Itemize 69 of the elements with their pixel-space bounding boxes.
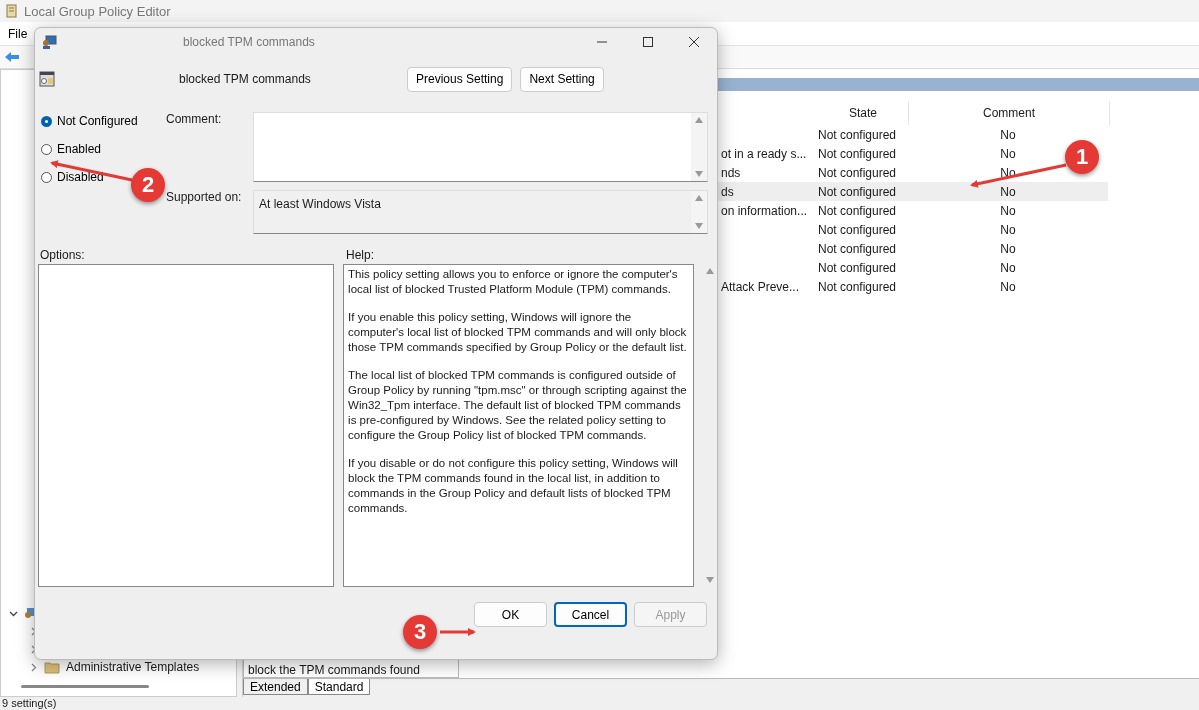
radio-circle[interactable] <box>41 143 52 155</box>
table-cell: No <box>1000 184 1016 199</box>
table-cell: No <box>1000 146 1016 161</box>
comment-field[interactable] <box>253 112 708 182</box>
help-paragraph: If you disable or do not configure this policy setting, Windows will block the TPM commands found in the local list, in addition to commands in the Group Policy and default lists of blocked TPM commands. <box>348 456 679 516</box>
scroll-up-icon[interactable] <box>695 195 703 201</box>
radio-label: Disabled <box>57 170 104 184</box>
section-label: Help: <box>346 248 374 264</box>
radio-option[interactable]: Not Configured <box>41 112 166 130</box>
help-paragraph: The local list of blocked TPM commands is configured outside of Group Policy by running "tpm.msc" or through scripting against the Win32_Tpm interface. The default list of blocked TPM commands is pre-configured by Windows. See the related policy setting to configure the Group Policy list of blocked TPM commands. <box>348 368 688 443</box>
view-tab[interactable]: Standard <box>307 679 371 695</box>
scroll-up-icon[interactable] <box>695 117 703 123</box>
table-cell: No <box>1000 241 1016 256</box>
table-cell: No <box>1000 127 1016 142</box>
table-cell: Not configured <box>818 260 897 275</box>
table-cell: No <box>1000 279 1016 294</box>
table-cell: ds <box>721 184 734 199</box>
tree-item[interactable]: Administrative Templates <box>66 660 200 674</box>
field-label: Supported on: <box>166 190 243 204</box>
dialog-button[interactable]: Cancel <box>554 602 627 627</box>
computer-user-icon <box>41 34 57 50</box>
field-label: Comment: <box>166 112 223 128</box>
radio-circle[interactable] <box>41 171 52 183</box>
annotation-arrow <box>440 628 476 636</box>
maximize-icon[interactable] <box>643 37 653 47</box>
policy-heading: blocked TPM commands <box>179 72 312 86</box>
back-arrow-icon[interactable] <box>4 51 20 63</box>
table-cell: Not configured <box>818 203 897 218</box>
collapse-chevron-icon[interactable] <box>29 662 38 672</box>
window-title: Local Group Policy Editor <box>24 3 171 19</box>
table-cell: nds <box>721 165 741 180</box>
nav-button[interactable]: Previous Setting <box>407 66 513 92</box>
scroll-down-icon[interactable] <box>706 577 714 583</box>
description-text: block the TPM commands found <box>248 663 420 677</box>
status-text: 9 setting(s) <box>2 697 57 709</box>
scroll-icon <box>4 4 18 18</box>
table-cell: Not configured <box>818 222 897 237</box>
table-cell: Not configured <box>818 165 897 180</box>
nav-button[interactable]: Next Setting <box>520 66 604 92</box>
help-paragraph: If you enable this policy setting, Windows will ignore the computer's local list of blocked TPM commands and will only block those TPM commands specified by Group Policy or the default list. <box>348 310 688 355</box>
supported-on-text: At least Windows Vista <box>259 197 381 211</box>
scroll-down-icon[interactable] <box>695 171 703 177</box>
table-cell: Not configured <box>818 146 897 161</box>
table-cell: Attack Preve... <box>721 279 800 294</box>
table-cell: on information... <box>721 203 808 218</box>
settings-window-icon <box>39 71 55 87</box>
table-cell: Not configured <box>818 241 897 256</box>
view-tab[interactable]: Extended <box>243 679 308 695</box>
section-label: Options: <box>40 248 86 264</box>
table-cell: No <box>1000 222 1016 237</box>
dialog-title: blocked TPM commands <box>183 35 316 49</box>
radio-circle[interactable] <box>41 115 52 127</box>
column-header[interactable]: Comment <box>909 101 1110 125</box>
radio-label: Not Configured <box>57 114 138 128</box>
help-paragraph: This policy setting allows you to enforce or ignore the computer's local list of blocked Trusted Platform Module (TPM) commands. <box>348 267 679 297</box>
dialog-button[interactable]: OK <box>474 602 547 627</box>
table-cell: Not configured <box>818 127 897 142</box>
table-cell: No <box>1000 203 1016 218</box>
table-cell: No <box>1000 260 1016 275</box>
table-cell: Not configured <box>818 279 897 294</box>
table-cell: Not configured <box>818 184 897 199</box>
scroll-down-icon[interactable] <box>695 223 703 229</box>
menu-item[interactable]: File <box>8 26 28 41</box>
radio-option[interactable]: Enabled <box>41 140 166 158</box>
radio-label: Enabled <box>57 142 102 156</box>
close-icon[interactable] <box>689 37 699 47</box>
table-cell: ot in a ready s... <box>721 146 807 161</box>
column-header[interactable]: State <box>818 101 909 125</box>
scroll-up-icon[interactable] <box>706 268 714 274</box>
